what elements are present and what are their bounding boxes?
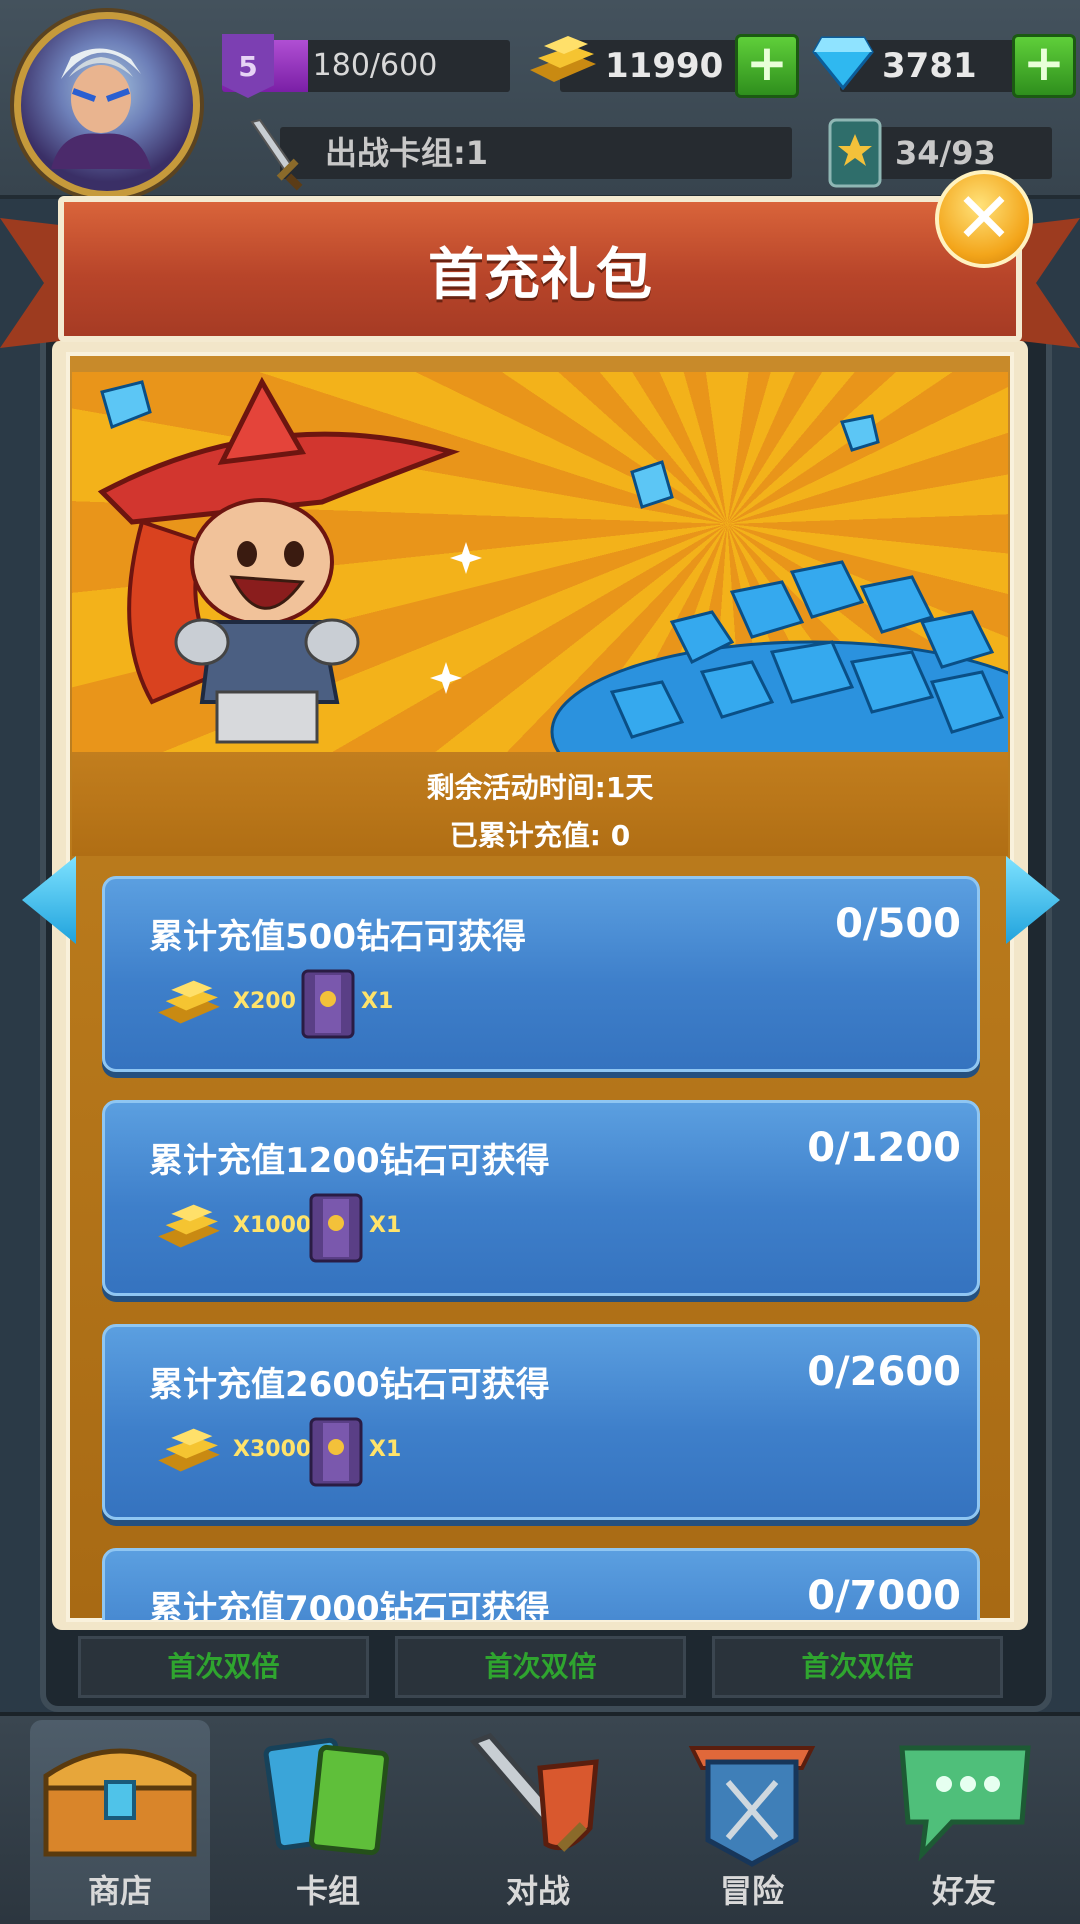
nav-label: 好友: [931, 1872, 996, 1910]
reward-progress: 0/500: [835, 901, 961, 947]
battle-deck-text: 出战卡组:1: [325, 134, 489, 172]
first-double-label: 首次双倍: [395, 1636, 686, 1698]
popup-title: 首充礼包: [428, 243, 652, 308]
gold-bars-icon: [158, 980, 220, 1024]
reward-progress: 0/7000: [807, 1573, 961, 1619]
level-badge: 5: [222, 34, 274, 98]
gold-bars-icon: [524, 30, 602, 90]
nav-item-friends[interactable]: 好友: [856, 1712, 1072, 1920]
nav-item-deck[interactable]: 卡组: [220, 1712, 436, 1920]
diamond-icon: [812, 34, 874, 91]
first-double-label: 首次双倍: [712, 1636, 1003, 1698]
reward-row[interactable]: 累计充值500钻石可获得 0/500 X200 X1: [102, 876, 980, 1072]
reward-condition: 累计充值7000钻石可获得: [149, 1589, 550, 1620]
player-avatar[interactable]: [14, 12, 200, 198]
pack-quantity: X1: [369, 1213, 402, 1238]
card-emblem-icon: [826, 116, 884, 190]
chat-bubble-icon: [899, 1745, 1031, 1862]
accumulated-recharge-text: 已累计充值: 0: [449, 819, 631, 852]
remaining-time-text: 剩余活动时间:1天: [426, 771, 654, 804]
witch-and-diamonds-illustration: [97, 376, 1008, 752]
reward-condition: 累计充值1200钻石可获得: [149, 1141, 550, 1181]
add-gold-button[interactable]: +: [735, 34, 799, 98]
cards-icon: [263, 1737, 389, 1856]
card-pack-icon: [309, 1193, 363, 1263]
nav-item-battle[interactable]: 对战: [430, 1712, 646, 1920]
pack-quantity: X1: [361, 989, 394, 1014]
hero-portrait-icon: [51, 48, 151, 169]
card-pack-icon: [309, 1417, 363, 1487]
gold-quantity: X200: [233, 989, 296, 1014]
gold-amount: 11990: [605, 46, 724, 86]
cards-collected-text: 34/93: [895, 134, 996, 172]
reward-row[interactable]: 累计充值1200钻石可获得 0/1200 X1000 X1: [102, 1100, 980, 1296]
pack-quantity: X1: [369, 1437, 402, 1462]
reward-progress: 0/1200: [807, 1125, 961, 1171]
sword-icon: [246, 118, 306, 192]
diamond-amount: 3781: [882, 46, 977, 86]
reward-list: 累计充值500钻石可获得 0/500 X200 X1 累计充值1200钻石可获得…: [72, 868, 1008, 1620]
sword-shield-icon: [469, 1733, 599, 1852]
crossed-arrows-banner-icon: [688, 1746, 816, 1867]
add-diamonds-button[interactable]: +: [1012, 34, 1076, 98]
gold-bars-icon: [158, 1428, 220, 1472]
reward-condition: 累计充值500钻石可获得: [149, 917, 526, 957]
reward-row[interactable]: 累计充值2600钻石可获得 0/2600 X3000 X1: [102, 1324, 980, 1520]
nav-label: 商店: [87, 1872, 152, 1910]
first-double-label: 首次双倍: [78, 1636, 369, 1698]
promo-banner: [72, 372, 1008, 752]
gold-quantity: X1000: [233, 1213, 312, 1238]
nav-label: 卡组: [295, 1872, 360, 1910]
reward-row[interactable]: 累计充值7000钻石可获得 0/7000: [102, 1548, 980, 1620]
reward-progress: 0/2600: [807, 1349, 961, 1395]
card-pack-icon: [301, 969, 355, 1039]
gold-quantity: X3000: [233, 1437, 312, 1462]
gold-bars-icon: [158, 1204, 220, 1248]
nav-item-adventure[interactable]: 冒险: [644, 1712, 860, 1920]
close-button[interactable]: ✕: [935, 170, 1033, 268]
xp-text: 180/600: [312, 48, 438, 83]
nav-label: 对战: [505, 1872, 570, 1910]
nav-label: 冒险: [719, 1872, 784, 1910]
treasure-chest-icon: [43, 1748, 197, 1857]
reward-condition: 累计充值2600钻石可获得: [149, 1365, 550, 1405]
nav-item-shop[interactable]: 商店: [12, 1712, 228, 1920]
